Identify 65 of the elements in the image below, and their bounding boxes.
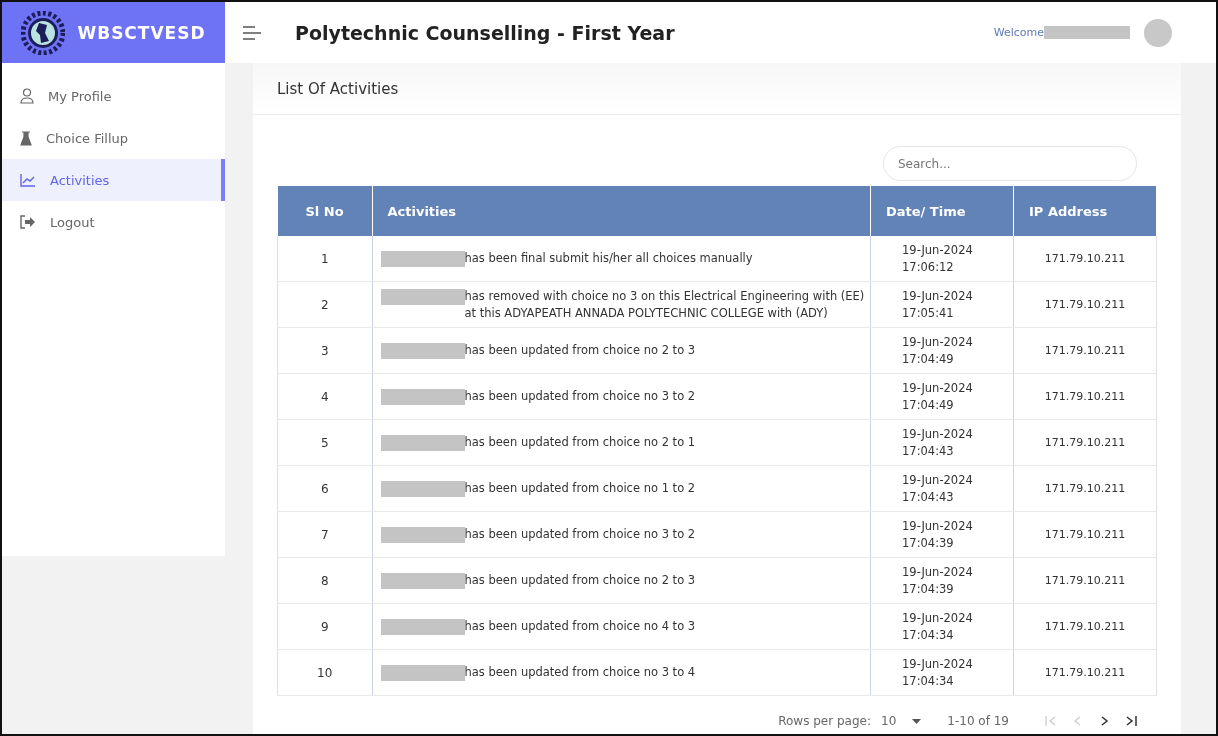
table-cell: 10	[277, 649, 372, 696]
date-time-text: 19-Jun-2024 17:04:43	[902, 472, 973, 504]
table-cell: 171.79.10.211	[1013, 236, 1157, 282]
activity-text: has been final submit his/her all choices manually	[464, 250, 753, 267]
column-header: Activities	[372, 186, 871, 236]
date-time-text: 19-Jun-2024 17:04:43	[902, 426, 973, 458]
date-time-text: 19-Jun-2024 17:05:41	[902, 288, 973, 320]
date-time-text: 19-Jun-2024 17:04:39	[902, 564, 973, 596]
table-cell: 171.79.10.211	[1013, 511, 1157, 558]
sidebar-item[interactable]: My Profile	[2, 75, 225, 117]
menu-icon[interactable]	[243, 25, 261, 40]
brand-name: WBSCTVESD	[77, 22, 206, 43]
page-range: 1-10 of 19	[947, 714, 1009, 728]
activity-text: has been updated from choice no 4 to 3	[464, 618, 696, 635]
welcome-text: Welcome	[993, 26, 1044, 39]
date-time-text: 19-Jun-2024 17:04:49	[902, 334, 973, 366]
table-cell: 2	[277, 281, 372, 328]
chart-icon	[20, 173, 36, 187]
search-field[interactable]: Search...	[883, 146, 1137, 181]
table-cell: 171.79.10.211	[1013, 327, 1157, 374]
date-time-text: 19-Jun-2024 17:04:34	[902, 656, 973, 688]
user-icon	[20, 88, 34, 104]
column-header: Sl No	[277, 186, 372, 236]
table-cell: 171.79.10.211	[1013, 373, 1157, 420]
table-cell: 6	[277, 465, 372, 512]
table-cell: 171.79.10.211	[1013, 419, 1157, 466]
table-cell: 171.79.10.211	[1013, 603, 1157, 650]
date-time-text: 19-Jun-2024 17:04:39	[902, 518, 973, 550]
column-header: Date/ Time	[870, 186, 1014, 236]
activity-text: has removed with choice no 3 on this Electrical Engineering with (EE) at this ADYAPEATH ANNADA POLYTECHNIC COLLEGE with (ADY)	[464, 287, 866, 322]
table-cell: 5	[277, 419, 372, 466]
rows-per-page-label: Rows per page:	[778, 714, 871, 728]
activity-text: has been updated from choice no 3 to 4	[464, 664, 696, 681]
sidebar-item[interactable]: Logout	[2, 201, 225, 243]
table-cell: 171.79.10.211	[1013, 557, 1157, 604]
activity-text: has been updated from choice no 1 to 2	[464, 480, 696, 497]
logo-icon	[21, 10, 66, 55]
activity-text: has been updated from choice no 3 to 2	[464, 526, 696, 543]
column-header: IP Address	[1013, 186, 1157, 236]
sidebar-item[interactable]: Activities	[2, 159, 225, 201]
table-cell: 171.79.10.211	[1013, 281, 1157, 328]
activity-text: has been updated from choice no 2 to 3	[464, 342, 696, 359]
next-page-icon[interactable]	[1099, 715, 1109, 727]
flask-icon	[20, 130, 32, 146]
activity-text: has been updated from choice no 2 to 3	[464, 572, 696, 589]
table-cell: 8	[277, 557, 372, 604]
date-time-text: 19-Jun-2024 17:04:49	[902, 380, 973, 412]
table-cell: 4	[277, 373, 372, 420]
page-header-title: Polytechnic Counselling - First Year	[295, 21, 676, 44]
activity-text: has been updated from choice no 2 to 1	[464, 434, 696, 451]
table-cell: 9	[277, 603, 372, 650]
table-cell: 171.79.10.211	[1013, 465, 1157, 512]
card-title: List Of Activities	[277, 79, 399, 98]
table-cell: 171.79.10.211	[1013, 649, 1157, 696]
last-page-icon[interactable]	[1125, 715, 1137, 727]
table-cell: 1	[277, 236, 372, 282]
activity-text: has been updated from choice no 3 to 2	[464, 388, 696, 405]
logout-icon	[20, 215, 36, 229]
date-time-text: 19-Jun-2024 17:04:34	[902, 610, 973, 642]
table-cell: 7	[277, 511, 372, 558]
table-cell: 3	[277, 327, 372, 374]
sidebar-item[interactable]: Choice Fillup	[2, 117, 225, 159]
caret-icon[interactable]	[912, 718, 922, 724]
rows-per-page-select[interactable]: 10	[881, 714, 897, 728]
date-time-text: 19-Jun-2024 17:06:12	[902, 242, 973, 274]
